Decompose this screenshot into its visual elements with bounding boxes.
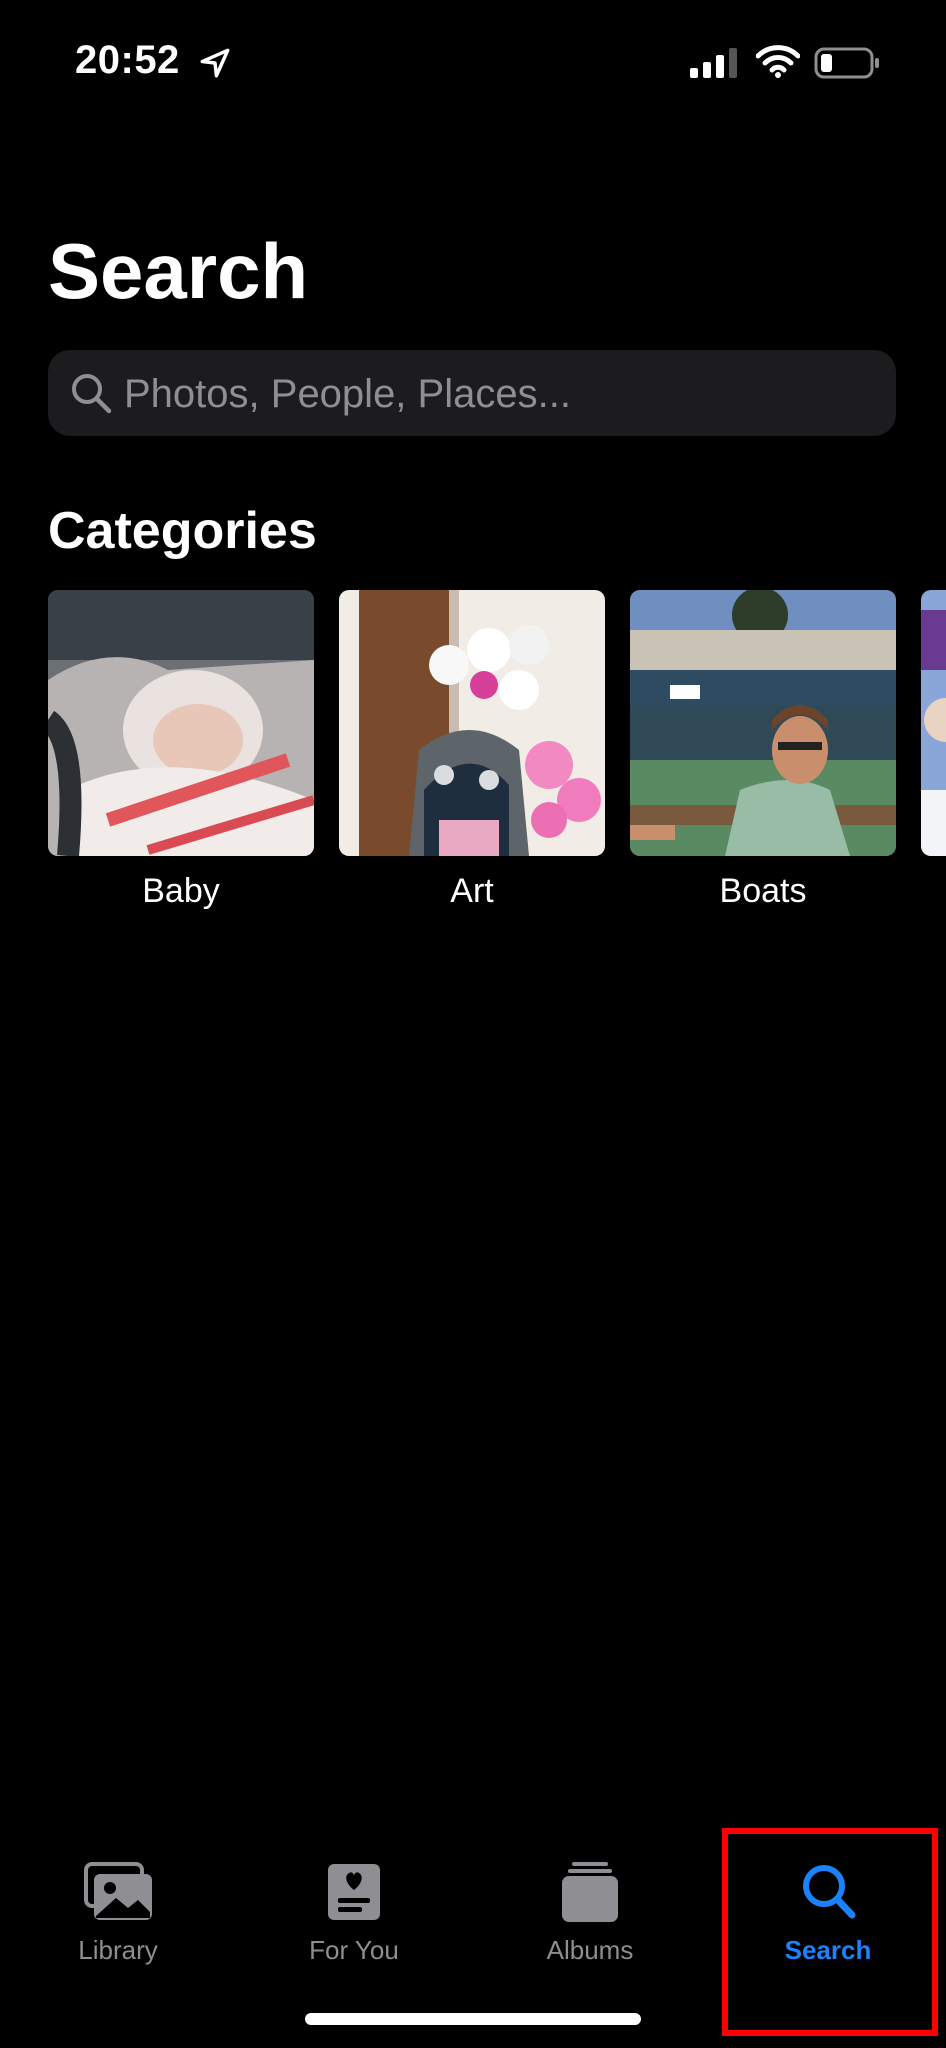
cellular-signal-icon bbox=[690, 48, 737, 78]
baby-photo-thumbnail bbox=[48, 590, 314, 856]
for-you-icon bbox=[328, 1864, 380, 1920]
category-tile-art[interactable] bbox=[339, 590, 605, 856]
tab-albums[interactable]: Albums bbox=[472, 1825, 708, 2025]
page-title: Search bbox=[48, 227, 309, 315]
tab-for-you[interactable]: For You bbox=[236, 1825, 472, 2025]
battery-icon bbox=[814, 47, 879, 79]
photo-library-icon bbox=[84, 1862, 152, 1920]
status-bar: 20:52 bbox=[0, 0, 946, 130]
tab-label-for-you: For You bbox=[309, 1935, 399, 1965]
tab-label-library: Library bbox=[78, 1935, 158, 1965]
category-tile-next[interactable] bbox=[921, 590, 946, 856]
search-input[interactable] bbox=[122, 350, 886, 438]
boats-photo-thumbnail bbox=[630, 590, 896, 856]
highlight-box bbox=[722, 1828, 938, 2036]
category-label-art: Art bbox=[450, 872, 494, 910]
tab-label-albums: Albums bbox=[546, 1935, 634, 1965]
albums-stack-icon bbox=[562, 1862, 618, 1922]
category-tile-baby[interactable] bbox=[48, 590, 314, 856]
category-label-boats: Boats bbox=[719, 872, 807, 910]
category-tile-boats[interactable] bbox=[630, 590, 896, 856]
home-indicator[interactable] bbox=[305, 2013, 641, 2025]
categories-title: Categories bbox=[48, 502, 317, 560]
search-icon bbox=[72, 374, 112, 414]
art-photo-thumbnail bbox=[339, 590, 605, 856]
status-time: 20:52 bbox=[75, 38, 180, 82]
category-label-baby: Baby bbox=[142, 872, 220, 910]
tab-library[interactable]: Library bbox=[0, 1825, 236, 2025]
next-category-thumbnail bbox=[921, 590, 946, 856]
search-field[interactable] bbox=[48, 350, 896, 438]
location-arrow-icon bbox=[200, 48, 230, 78]
wifi-icon bbox=[756, 45, 800, 78]
